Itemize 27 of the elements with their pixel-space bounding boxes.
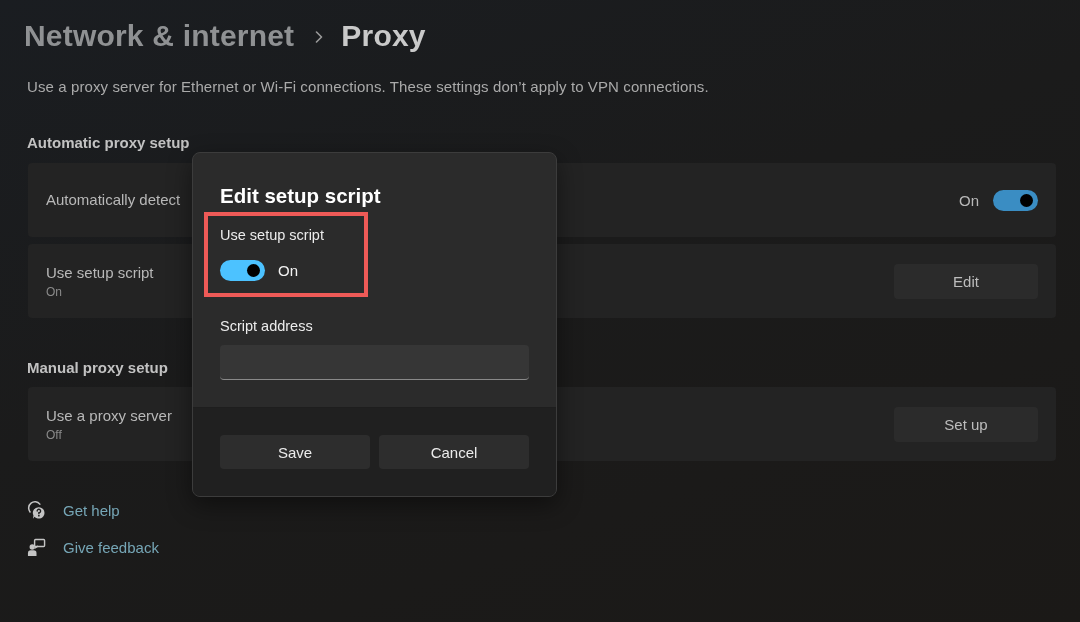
section-heading: Automatic proxy setup: [27, 133, 190, 153]
toggle-switch[interactable]: [220, 260, 265, 281]
setting-label: Automatically detect: [46, 190, 181, 210]
card-button[interactable]: Edit: [894, 263, 1038, 299]
chevron-right-icon: [315, 31, 324, 43]
setting-label: Use a proxy server: [46, 405, 172, 426]
card-button[interactable]: Set up: [894, 406, 1038, 442]
setting-status: On: [46, 283, 63, 300]
feedback-icon: [27, 537, 46, 557]
toggle-switch[interactable]: [993, 189, 1038, 211]
setting-label: Use setup script: [46, 262, 154, 283]
script-address-field[interactable]: [220, 345, 529, 380]
toggle-label: Use setup script: [220, 226, 325, 245]
toggle-state-text: On: [278, 262, 298, 279]
field-label: Script address: [220, 317, 313, 336]
help-link[interactable]: Get help: [63, 501, 120, 519]
cancel-button[interactable]: Cancel: [379, 435, 529, 469]
dialog-title: Edit setup script: [220, 183, 381, 209]
save-button[interactable]: Save: [220, 435, 370, 469]
breadcrumb-link[interactable]: Network & internet: [24, 19, 295, 53]
help-icon: [27, 500, 46, 520]
setting-status: Off: [46, 426, 63, 443]
section-heading: Manual proxy setup: [27, 358, 168, 378]
page-title: Proxy: [341, 19, 426, 53]
toggle-state-text: On: [959, 191, 979, 209]
page-description: Use a proxy server for Ethernet or Wi-Fi connections. These settings don’t apply to VPN connections.: [27, 77, 709, 97]
feedback-link[interactable]: Give feedback: [63, 538, 159, 556]
